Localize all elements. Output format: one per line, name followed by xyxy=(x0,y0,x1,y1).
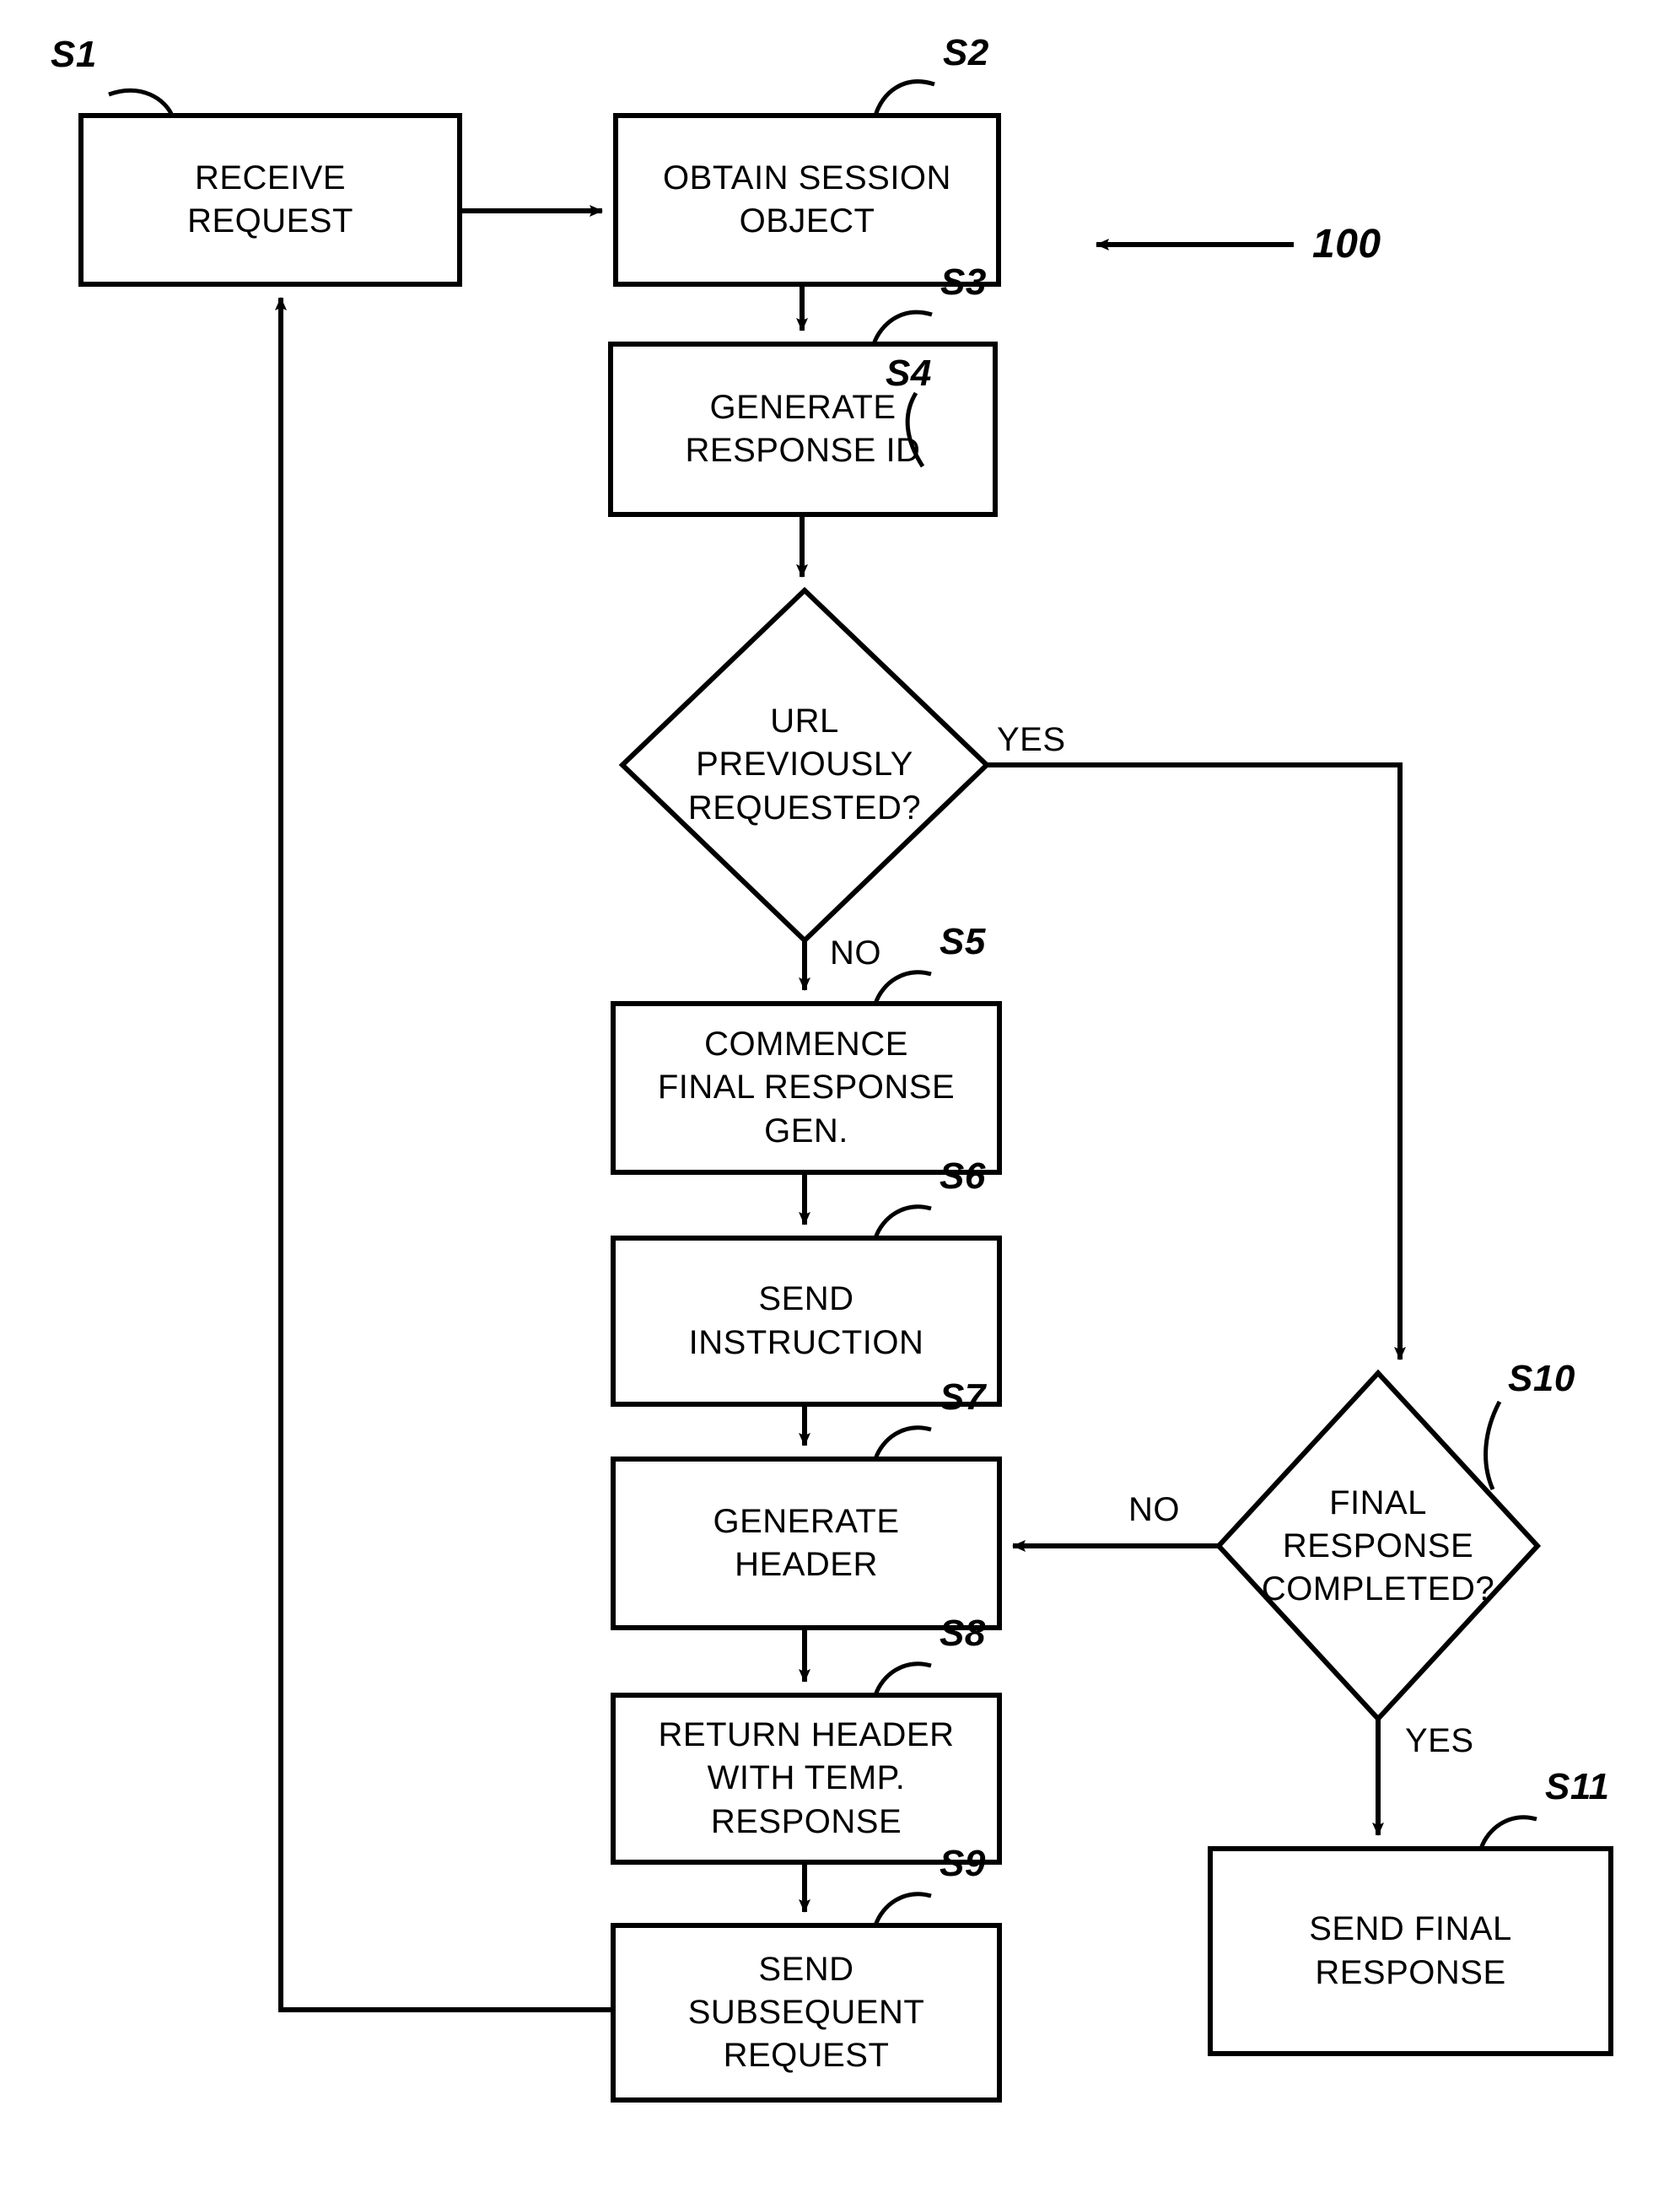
leader-line-s4 xyxy=(905,391,925,468)
node-shape-s2 xyxy=(613,113,1001,287)
edge-label-s10-no: NO xyxy=(1128,1491,1180,1528)
leader-line-s5 xyxy=(873,970,932,1004)
leader-line-s2 xyxy=(873,79,935,116)
node-shape-s1 xyxy=(78,113,462,287)
ref-label-s10: S10 xyxy=(1508,1358,1575,1399)
leader-line-s3 xyxy=(871,310,933,345)
figure-canvas: RECEIVE REQUEST OBTAIN SESSION OBJECT GE… xyxy=(0,0,1680,2197)
ref-label-s1: S1 xyxy=(51,34,97,75)
ref-label-s2: S2 xyxy=(943,32,989,73)
flowchart-graphics xyxy=(78,79,1613,2103)
node-shape-s9 xyxy=(611,1923,1002,2103)
ref-label-s9: S9 xyxy=(940,1843,986,1884)
node-shape-s11 xyxy=(1208,1846,1613,2056)
ref-label-s6: S6 xyxy=(940,1155,986,1197)
node-shape-s7 xyxy=(611,1457,1002,1630)
ref-label-s8: S8 xyxy=(940,1613,986,1654)
edge-label-s4-yes: YES xyxy=(997,721,1066,758)
ref-label-s7: S7 xyxy=(940,1376,986,1418)
leader-line-s8 xyxy=(873,1661,932,1696)
leader-line-s1 xyxy=(108,88,175,117)
node-shape-s3 xyxy=(608,342,998,517)
leader-line-s10 xyxy=(1483,1400,1502,1491)
edge-label-s4-no: NO xyxy=(830,934,881,972)
leader-line-s6 xyxy=(873,1204,932,1239)
leader-line-s7 xyxy=(873,1425,932,1460)
node-shape-s4 xyxy=(618,586,991,945)
ref-label-s4: S4 xyxy=(886,353,932,394)
edge-s4-yes-to-s10 xyxy=(987,762,1406,1360)
ref-label-s5: S5 xyxy=(940,921,986,962)
leader-line-s11 xyxy=(1478,1815,1537,1850)
ref-label-s11: S11 xyxy=(1545,1766,1610,1807)
node-shape-s8 xyxy=(611,1693,1002,1865)
node-shape-s5 xyxy=(611,1001,1002,1175)
figure-reference-numeral: 100 xyxy=(1312,222,1381,267)
leader-line-s9 xyxy=(873,1892,932,1926)
ref-label-s3: S3 xyxy=(940,261,987,303)
edge-s9-to-s1-feedback xyxy=(275,297,613,2012)
edge-label-s10-yes: YES xyxy=(1405,1722,1474,1759)
